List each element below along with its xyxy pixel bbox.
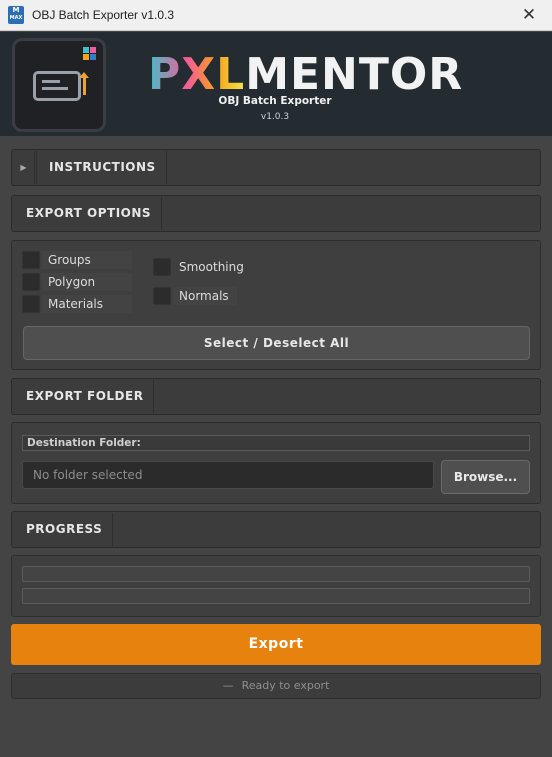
groups-checkbox[interactable]	[22, 251, 40, 269]
select-all-button[interactable]: Select / Deselect All	[23, 326, 530, 360]
close-icon: ✕	[521, 5, 537, 25]
app-icon-sub: MAX	[9, 15, 23, 21]
export-options-label: EXPORT OPTIONS	[12, 197, 163, 230]
instructions-header[interactable]: ▶ INSTRUCTIONS	[11, 149, 541, 186]
materials-checkbox[interactable]	[22, 295, 40, 313]
window-title: OBJ Batch Exporter v1.0.3	[32, 8, 175, 22]
smoothing-checkbox[interactable]	[153, 258, 171, 276]
export-folder-header: EXPORT FOLDER	[11, 378, 541, 415]
progress-bar-secondary	[22, 588, 530, 604]
destination-folder-label: Destination Folder:	[22, 435, 530, 451]
smoothing-label: Smoothing	[179, 260, 244, 274]
close-button[interactable]: ✕	[506, 0, 552, 31]
materials-label: Materials	[42, 295, 132, 313]
progress-header: PROGRESS	[11, 511, 541, 548]
status-bar: — Ready to export	[11, 673, 541, 699]
status-text: Ready to export	[241, 679, 330, 692]
banner-version: v1.0.3	[260, 112, 290, 122]
progress-label: PROGRESS	[12, 513, 114, 546]
expand-arrow-icon[interactable]: ▶	[13, 151, 35, 184]
export-folder-label: EXPORT FOLDER	[12, 380, 155, 413]
brand-part-mentor: MENTOR	[245, 49, 464, 100]
polygon-groups-label: Polygon Groups	[42, 273, 132, 307]
banner-subtitle: OBJ Batch Exporter	[218, 95, 332, 107]
export-options-header: EXPORT OPTIONS	[11, 195, 541, 232]
groups-label: Groups	[42, 251, 132, 269]
app-icon-letters: M	[12, 6, 20, 14]
progress-bar-primary	[22, 566, 530, 582]
progress-panel	[11, 555, 541, 617]
instructions-label: INSTRUCTIONS	[36, 151, 167, 184]
folder-path-field[interactable]: No folder selected	[22, 461, 434, 489]
brand-part-pxl: PXL	[148, 49, 246, 100]
export-options-panel: Groups Polygon Groups Materials Smoothin…	[11, 240, 541, 370]
browse-button[interactable]: Browse...	[441, 460, 530, 494]
polygon-groups-checkbox[interactable]	[22, 273, 40, 291]
export-folder-panel: Destination Folder: No folder selected B…	[11, 422, 541, 504]
normals-checkbox[interactable]	[153, 287, 171, 305]
export-button[interactable]: Export	[11, 624, 541, 665]
app-icon: M MAX	[8, 6, 24, 24]
brand-wordmark: PXLMENTOR	[148, 50, 463, 100]
window-titlebar: M MAX OBJ Batch Exporter v1.0.3 ✕	[0, 0, 552, 31]
normals-label: Normals	[173, 287, 237, 305]
status-dash: —	[222, 679, 234, 692]
tool-logo-icon	[12, 38, 106, 132]
